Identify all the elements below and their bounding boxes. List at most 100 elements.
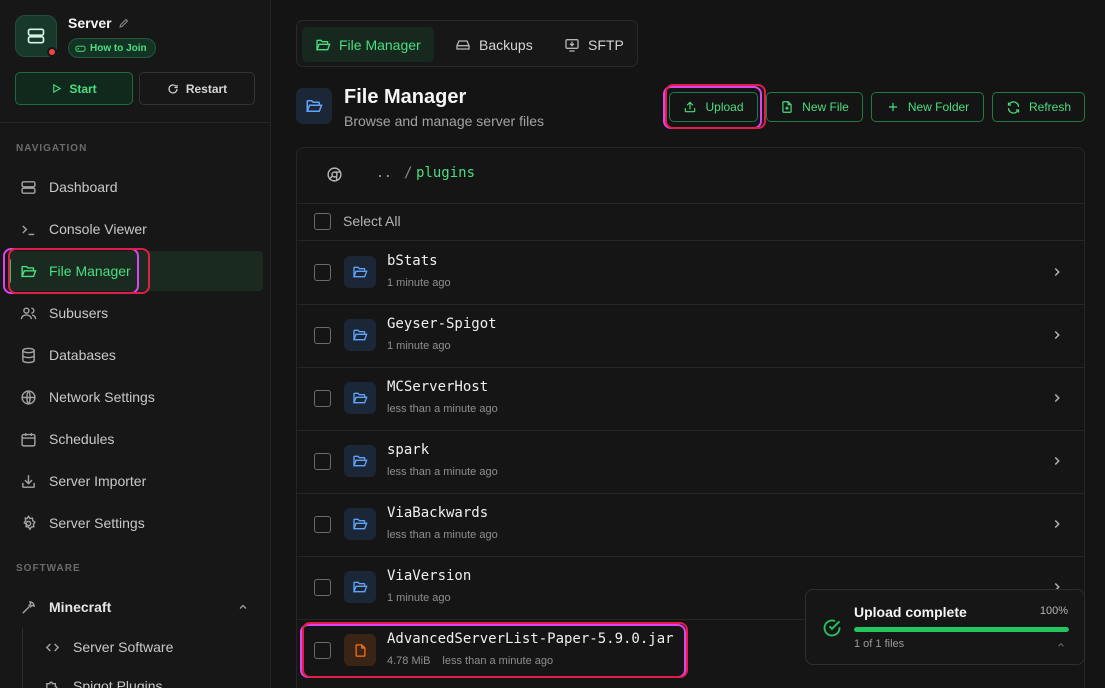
server-icon	[21, 180, 36, 194]
file-name[interactable]: MCServerHost	[387, 379, 488, 395]
toast-title: Upload complete	[854, 604, 967, 620]
chevron-right-icon[interactable]	[1050, 391, 1064, 405]
how-to-join-button[interactable]: How to Join	[68, 38, 156, 58]
row-checkbox[interactable]	[314, 453, 331, 470]
refresh-button[interactable]: Refresh	[992, 92, 1085, 122]
sidebar-item-databases[interactable]: Databases	[8, 335, 263, 375]
breadcrumb-current[interactable]: plugins	[416, 165, 475, 181]
file-name[interactable]: Geyser-Spigot	[387, 316, 497, 332]
sidebar-divider	[0, 122, 271, 123]
sidebar-subitem-label: Spigot Plugins	[73, 678, 163, 688]
file-name[interactable]: bStats	[387, 253, 438, 269]
sidebar-item-label: Server Importer	[49, 473, 147, 489]
terminal-icon	[22, 224, 35, 235]
sidebar-subitem-server-software[interactable]: Server Software	[44, 632, 173, 662]
row-checkbox[interactable]	[314, 264, 331, 281]
select-all-checkbox[interactable]	[314, 213, 331, 230]
tab-label: SFTP	[588, 36, 624, 53]
chevron-up-icon[interactable]	[237, 601, 249, 613]
new-file-button[interactable]: New File	[766, 92, 863, 122]
gear-icon	[23, 514, 36, 530]
file-plus-icon	[782, 101, 792, 113]
start-label: Start	[69, 81, 97, 96]
upload-progress-bar	[854, 627, 1069, 632]
upload-toast: Upload complete 100% 1 of 1 files	[805, 589, 1085, 665]
sidebar-item-schedules[interactable]: Schedules	[8, 419, 263, 459]
server-name-text: Server	[68, 15, 112, 31]
new-folder-label: New Folder	[907, 100, 970, 114]
file-row[interactable]: spark less than a minute ago	[297, 430, 1084, 493]
file-meta: less than a minute ago	[387, 466, 498, 478]
file-row[interactable]: ViaBackwards less than a minute ago	[297, 493, 1084, 556]
refresh-icon	[1007, 100, 1020, 114]
file-name[interactable]: ViaBackwards	[387, 505, 488, 521]
sidebar-item-server-settings[interactable]: Server Settings	[8, 503, 263, 543]
file-row[interactable]: MCServerHost less than a minute ago	[297, 367, 1084, 430]
restart-icon	[168, 83, 178, 94]
file-meta: less than a minute ago	[387, 529, 498, 541]
tab-file-manager[interactable]: File Manager	[302, 27, 434, 62]
sidebar-item-label: Databases	[49, 347, 116, 363]
file-meta: 1 minute ago	[387, 340, 451, 352]
upload-progress-fill	[854, 627, 1069, 632]
edit-pencil-icon[interactable]	[118, 17, 130, 29]
chevron-right-icon[interactable]	[1050, 517, 1064, 531]
breadcrumb: .. / plugins	[297, 148, 1084, 202]
sidebar-item-server-importer[interactable]: Server Importer	[8, 461, 263, 501]
server-name: Server	[68, 15, 130, 31]
home-icon[interactable]	[326, 166, 343, 183]
file-modified: less than a minute ago	[387, 466, 498, 478]
sidebar-item-console-viewer[interactable]: Console Viewer	[8, 209, 263, 249]
folder-open-icon	[316, 39, 331, 50]
file-name[interactable]: spark	[387, 442, 429, 458]
plus-icon	[888, 102, 897, 112]
folder-icon	[344, 319, 376, 351]
row-checkbox[interactable]	[314, 579, 331, 596]
file-meta: 1 minute ago	[387, 592, 451, 604]
row-checkbox[interactable]	[314, 390, 331, 407]
row-checkbox[interactable]	[314, 516, 331, 533]
sidebar-item-label: Network Settings	[49, 389, 155, 405]
import-icon	[22, 474, 35, 488]
folder-icon	[344, 571, 376, 603]
software-section-label: SOFTWARE	[16, 563, 81, 574]
file-meta: 1 minute ago	[387, 277, 451, 289]
file-modified: less than a minute ago	[387, 403, 498, 415]
file-modified: 1 minute ago	[387, 592, 451, 604]
tab-label: File Manager	[339, 36, 421, 53]
server-status-dot	[47, 47, 57, 57]
tab-sftp[interactable]: SFTP	[551, 27, 637, 62]
tab-label: Backups	[479, 36, 533, 53]
file-row[interactable]: bStats 1 minute ago	[297, 241, 1084, 304]
start-button[interactable]: Start	[15, 72, 133, 105]
page-subtitle: Browse and manage server files	[344, 113, 544, 129]
sidebar-subitem-spigot-plugins[interactable]: Spigot Plugins	[44, 671, 163, 688]
sidebar-item-dashboard[interactable]: Dashboard	[8, 167, 263, 207]
users-icon	[20, 306, 37, 319]
new-folder-button[interactable]: New Folder	[871, 92, 984, 122]
submenu-guide-line	[22, 628, 23, 688]
nav-section-label: NAVIGATION	[16, 143, 88, 154]
breadcrumb-parent[interactable]: ..	[376, 166, 392, 181]
toast-percent: 100%	[1039, 605, 1068, 617]
chevron-up-icon[interactable]	[1056, 640, 1066, 650]
calendar-icon	[21, 432, 36, 447]
file-row[interactable]: Geyser-Spigot 1 minute ago	[297, 304, 1084, 367]
sidebar-item-network-settings[interactable]: Network Settings	[8, 377, 263, 417]
chevron-right-icon[interactable]	[1050, 454, 1064, 468]
restart-button[interactable]: Restart	[139, 72, 255, 105]
file-modified: less than a minute ago	[387, 529, 498, 541]
refresh-label: Refresh	[1028, 100, 1072, 114]
tab-backups[interactable]: Backups	[442, 27, 546, 62]
server-tabs: File Manager Backups SFTP	[296, 20, 638, 67]
chevron-right-icon[interactable]	[1050, 328, 1064, 342]
sidebar-item-subusers[interactable]: Subusers	[8, 293, 263, 333]
sidebar-item-label: Schedules	[49, 431, 115, 447]
row-checkbox[interactable]	[314, 327, 331, 344]
hard-drive-icon	[456, 39, 470, 50]
chevron-right-icon[interactable]	[1050, 265, 1064, 279]
file-name[interactable]: ViaVersion	[387, 568, 471, 584]
toast-file-count: 1 of 1 files	[854, 638, 905, 650]
select-all-label: Select All	[343, 213, 401, 229]
sidebar-group-minecraft[interactable]: Minecraft	[8, 587, 263, 627]
